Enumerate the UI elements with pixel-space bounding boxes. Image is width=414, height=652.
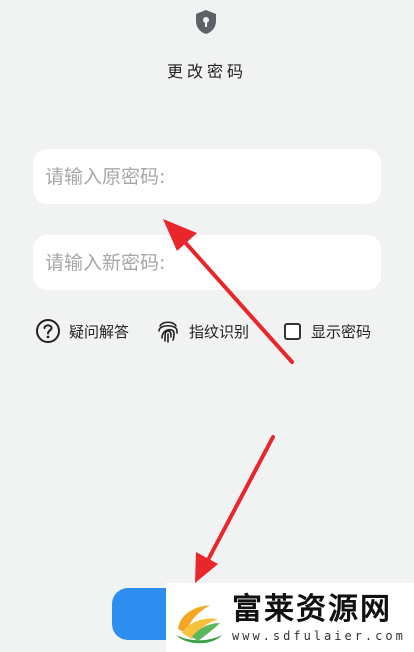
show-password-checkbox[interactable] <box>284 322 301 340</box>
page-title: 更改密码 <box>166 62 247 81</box>
question-circle-icon <box>36 319 60 343</box>
security-question-label: 疑问解答 <box>69 322 130 341</box>
arrow-to-submit <box>195 435 275 583</box>
wheat-logo-icon <box>176 604 222 643</box>
password-options: 疑问解答 指纹识别 显示密码 <box>35 316 385 346</box>
new-password-input[interactable] <box>43 250 371 275</box>
watermark-name: 富莱资源网 <box>232 591 392 627</box>
shield-lock-icon <box>196 10 216 34</box>
old-password-field[interactable] <box>33 149 381 204</box>
fingerprint-option[interactable]: 指纹识别 <box>155 316 249 346</box>
show-password-label: 显示密码 <box>311 322 372 341</box>
fingerprint-label: 指纹识别 <box>189 322 250 341</box>
show-password-option[interactable]: 显示密码 <box>284 316 371 346</box>
watermark: 富莱资源网 www.sdfulaier.com <box>166 583 414 652</box>
old-password-input[interactable] <box>43 164 371 189</box>
fingerprint-icon <box>158 321 178 343</box>
watermark-url: www.sdfulaier.com <box>232 628 406 643</box>
security-question-option[interactable]: 疑问解答 <box>35 316 129 346</box>
new-password-field[interactable] <box>33 235 381 290</box>
